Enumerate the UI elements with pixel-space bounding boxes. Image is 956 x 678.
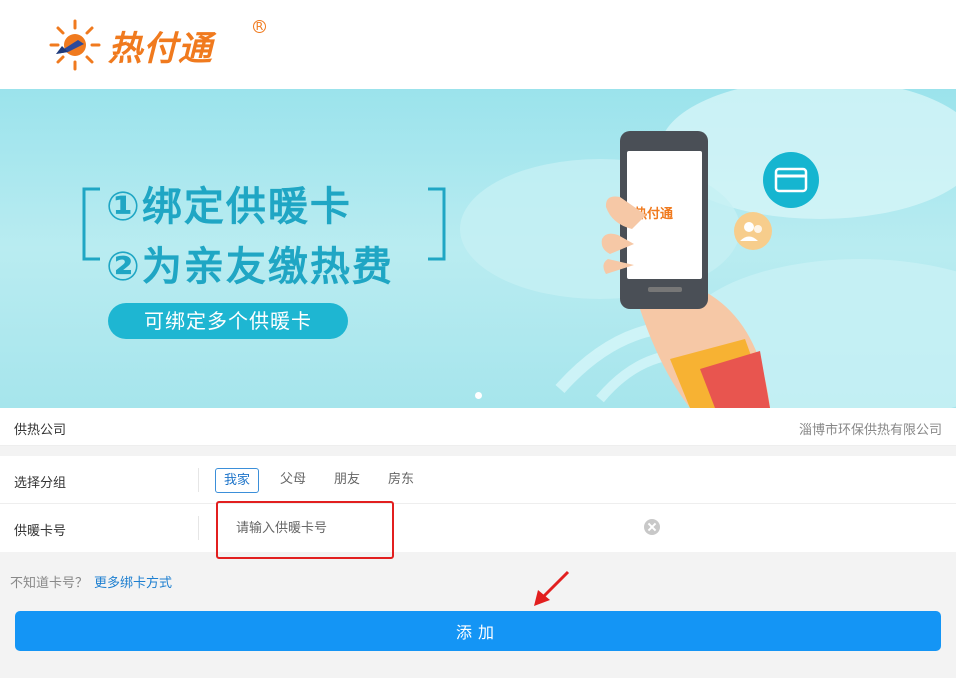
divider — [198, 516, 199, 540]
group-label: 选择分组 — [14, 476, 67, 491]
more-bind-methods-link[interactable]: 更多绑卡方式 — [94, 576, 172, 591]
registered-mark: R — [253, 20, 266, 33]
brand-logo: 热付通 R — [48, 18, 278, 72]
carousel-indicator[interactable] — [475, 392, 482, 399]
bind-card-form: 选择分组 我家 父母 朋友 房东 供暖卡号 — [0, 456, 956, 552]
app-page: 热付通 R 热付通 ①绑定供暖卡 ②为亲友缴热费 可绑定多个供暖卡 供热公司 淄… — [0, 0, 956, 678]
annotation-arrow-icon — [534, 570, 570, 606]
add-button[interactable]: 添加 — [15, 611, 941, 651]
group-option-parents[interactable]: 父母 — [280, 468, 306, 493]
company-row: 供热公司 淄博市环保供热有限公司 — [0, 408, 956, 446]
sun-rocket-icon — [49, 19, 101, 71]
company-value: 淄博市环保供热有限公司 — [798, 423, 942, 438]
hint-row: 不知道卡号？ 更多绑卡方式 — [10, 572, 172, 591]
company-label: 供热公司 — [14, 423, 67, 438]
banner-pill: 可绑定多个供暖卡 — [108, 303, 348, 339]
brand-name: 热付通 — [108, 28, 213, 69]
header: 热付通 R — [0, 0, 956, 89]
card-label: 供暖卡号 — [14, 524, 67, 539]
banner-headline-1: ①绑定供暖卡 — [106, 184, 352, 230]
hint-text: 不知道卡号？ — [10, 576, 89, 591]
group-option-landlord[interactable]: 房东 — [388, 468, 414, 493]
card-row: 供暖卡号 — [0, 504, 956, 552]
promo-banner[interactable]: 热付通 ①绑定供暖卡 ②为亲友缴热费 可绑定多个供暖卡 — [0, 89, 956, 408]
group-option-friends[interactable]: 朋友 — [334, 468, 360, 493]
card-number-input[interactable] — [236, 514, 636, 542]
banner-headline-2: ②为亲友缴热费 — [106, 244, 394, 290]
group-row: 选择分组 我家 父母 朋友 房东 — [0, 456, 956, 504]
divider — [198, 468, 199, 492]
group-option-my-home[interactable]: 我家 — [215, 468, 260, 493]
clear-icon[interactable] — [644, 519, 660, 535]
